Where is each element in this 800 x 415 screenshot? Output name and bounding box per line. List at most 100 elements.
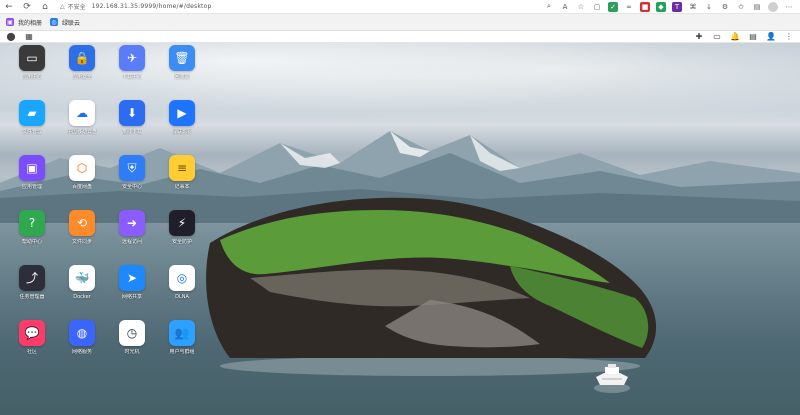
notes-icon: ≡ — [169, 155, 195, 181]
app-label: 应用管理 — [21, 184, 42, 190]
desktop-app-icon[interactable]: ☁ 中国移动云盘 — [60, 100, 104, 150]
app-label: 回收站 — [174, 74, 190, 80]
security-label: 不安全 — [67, 4, 86, 11]
widgets-icon[interactable]: ✚ — [694, 32, 704, 42]
security-indicator[interactable]: △ 不安全 — [60, 2, 86, 11]
extension-shield-icon[interactable]: ✓ — [608, 1, 618, 12]
help-icon: ? — [19, 210, 45, 236]
more-icon[interactable]: ⋯ — [784, 2, 794, 12]
app-label: Docker — [73, 294, 91, 300]
desktop-app-icon[interactable]: ⤴ 任务管理器 — [10, 265, 54, 315]
settings-gear-icon[interactable]: ⚙ — [720, 2, 730, 12]
desktop-app-icon[interactable]: ▣ 应用管理 — [10, 155, 54, 205]
desktop-app-icon[interactable]: ◍ 网络服务 — [60, 320, 104, 370]
home-icon: ⌂ — [42, 1, 48, 12]
app-label: 文件同步 — [71, 239, 92, 245]
download-icon: ⬇ — [119, 100, 145, 126]
trash-icon: 🗑 — [169, 45, 195, 71]
extension-down-icon[interactable]: ↓ — [704, 2, 714, 12]
desktop-app-icon[interactable]: ⚡ 安全防护 — [160, 210, 204, 260]
display-icon[interactable]: ▭ — [712, 32, 722, 42]
desktop-app-icon[interactable]: ≡ 记事本 — [160, 155, 204, 205]
chat-icon: 💬 — [19, 320, 45, 346]
desktop-app-icon[interactable]: 🗑 回收站 — [160, 45, 204, 95]
app-label: 百度网盘 — [71, 184, 92, 190]
home-button[interactable]: ⌂ — [36, 0, 54, 14]
lock-icon: 🔒 — [69, 45, 95, 71]
desktop-app-icon[interactable]: ▰ 文件管理 — [10, 100, 54, 150]
app-label: 社区 — [26, 349, 37, 355]
app-label: 文件管理 — [21, 129, 42, 135]
desktop-app-icon[interactable]: ⟲ 文件同步 — [60, 210, 104, 260]
app-label: 时光机 — [124, 349, 140, 355]
app-label: 任务管理器 — [19, 294, 45, 300]
server-icon[interactable]: ▤ — [748, 32, 758, 42]
bookmark-item[interactable]: ◎ 绿联云 — [50, 18, 80, 27]
app-label: 中国移动云盘 — [66, 129, 97, 135]
extension-purple-icon[interactable]: T — [672, 1, 682, 12]
bookmark-app-icon: ▣ — [6, 18, 14, 26]
extension-infinity-icon[interactable]: ∞ — [624, 2, 634, 12]
cloud-icon: ☁ — [69, 100, 95, 126]
desktop-app-icon[interactable]: ⛨ 安全中心 — [110, 155, 154, 205]
bookmark-label: 绿联云 — [62, 19, 81, 27]
desktop-app-icon[interactable]: 👥 用户与群组 — [160, 320, 204, 370]
app-label: 记事本 — [174, 184, 190, 190]
extension-red-icon[interactable]: ■ — [640, 1, 650, 12]
app-label: 用户与群组 — [169, 349, 195, 355]
desktop-app-icon[interactable]: ✈ 下载中心 — [110, 45, 154, 95]
users-icon: 👥 — [169, 320, 195, 346]
back-button[interactable]: ← — [0, 0, 18, 14]
clock-icon: ◷ — [119, 320, 145, 346]
app-label: DLNA — [175, 294, 189, 300]
logo-icon[interactable]: ⬤ — [6, 32, 16, 42]
bookmark-item[interactable]: ▣ 我的相册 — [6, 18, 42, 27]
globe-icon: ◍ — [69, 320, 95, 346]
profile-avatar[interactable] — [768, 1, 778, 12]
app-label: 绿联影视 — [171, 129, 192, 135]
desktop-app-icon[interactable]: ⬇ 离线下载 — [110, 100, 154, 150]
desktop-app-icon[interactable]: ▶ 绿联影视 — [160, 100, 204, 150]
user-icon[interactable]: 👤 — [766, 32, 776, 42]
grid-menu-icon[interactable]: ▦ — [24, 32, 34, 42]
back-arrow-icon: ← — [5, 1, 13, 12]
extension-cat-icon[interactable]: ⌘ — [688, 2, 698, 12]
desktop-app-icon[interactable]: ➜ 远程访问 — [110, 210, 154, 260]
more-menu-icon[interactable]: ⋮ — [784, 32, 794, 42]
desktop-app-icon[interactable]: ⬡ 百度网盘 — [60, 155, 104, 205]
translate-icon[interactable]: A — [560, 2, 570, 12]
app-label: 帮助中心 — [21, 239, 42, 245]
search-icon[interactable]: ⌕ — [544, 2, 554, 12]
wallpaper-island — [206, 197, 657, 376]
desktop-app-icon[interactable]: ▭ 应用中心 — [10, 45, 54, 95]
app-icon: ▣ — [19, 155, 45, 181]
app-label: 离线下载 — [121, 129, 142, 135]
browser-toolbar: ← ⟳ ⌂ △ 不安全 192.168.31.35:9999/home/#/de… — [0, 0, 800, 14]
address-bar[interactable]: △ 不安全 192.168.31.35:9999/home/#/desktop — [60, 2, 490, 12]
app-label: 安全防护 — [171, 239, 192, 245]
star-icon[interactable]: ☆ — [576, 2, 586, 12]
desktop-app-icon[interactable]: 🔒 应用安全 — [60, 45, 104, 95]
app-label: 应用中心 — [21, 74, 42, 80]
desktop-app-icon[interactable]: ? 帮助中心 — [10, 210, 54, 260]
dlna-icon: ◎ — [169, 265, 195, 291]
play-icon: ▶ — [169, 100, 195, 126]
notifications-bell-icon[interactable]: 🔔 — [730, 32, 740, 42]
wallpaper-ship — [594, 364, 630, 393]
desktop-app-icon[interactable]: ◎ DLNA — [160, 265, 204, 315]
app-label: 安全中心 — [121, 184, 142, 190]
nas-topbar-left: ⬤ ▦ — [6, 32, 34, 42]
favorites-icon[interactable]: ✩ — [736, 2, 746, 12]
desktop-app-icon[interactable]: 💬 社区 — [10, 320, 54, 370]
desktop-app-icon[interactable]: ➤ 网络共享 — [110, 265, 154, 315]
extension-green-icon[interactable]: ◆ — [656, 1, 666, 12]
reading-icon[interactable]: ▢ — [592, 2, 602, 12]
shield-icon: ⛨ — [119, 155, 145, 181]
desktop-app-icon[interactable]: ◷ 时光机 — [110, 320, 154, 370]
bolt-shield-icon: ⚡ — [169, 210, 195, 236]
send-icon: ➤ — [119, 265, 145, 291]
collections-icon[interactable]: ▤ — [752, 2, 762, 12]
sync-icon: ⟲ — [69, 210, 95, 236]
desktop-app-icon[interactable]: 🐳 Docker — [60, 265, 104, 315]
refresh-button[interactable]: ⟳ — [18, 0, 36, 14]
